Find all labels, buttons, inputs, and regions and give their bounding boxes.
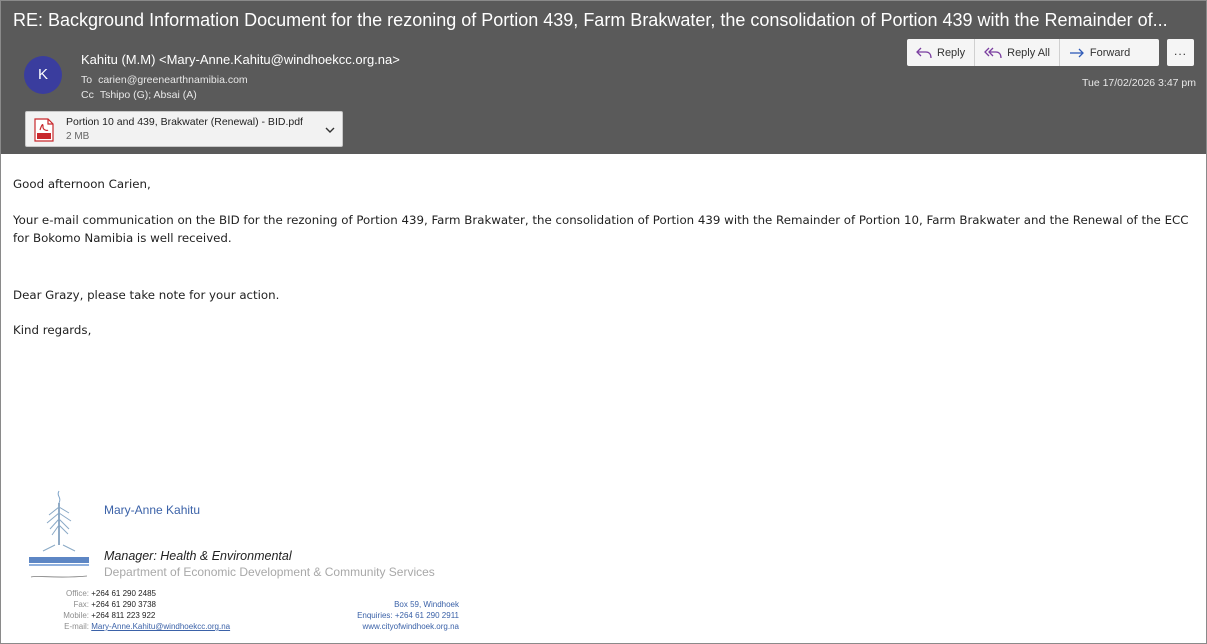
office-phone: +264 61 290 2485 xyxy=(91,589,156,598)
cc-recipients[interactable]: Tshipo (G); Absai (A) xyxy=(100,89,197,101)
reply-button[interactable]: Reply xyxy=(907,39,976,66)
office-label: Office: xyxy=(66,589,89,598)
email-label: E-mail: xyxy=(64,622,89,631)
enquiries-phone: Enquiries: +264 61 290 2911 xyxy=(357,611,459,620)
signature-title: Manager: Health & Environmental xyxy=(104,549,292,563)
signature-name: Mary-Anne Kahitu xyxy=(104,503,201,517)
greeting-text: Good afternoon Carien, xyxy=(13,177,151,191)
closing-text: Kind regards, xyxy=(13,323,92,337)
reply-label: Reply xyxy=(937,46,966,59)
website-link[interactable]: www.cityofwindhoek.org.na xyxy=(301,621,460,632)
action-note: Dear Grazy, please take note for your ac… xyxy=(13,288,280,302)
more-actions-button[interactable]: ... xyxy=(1167,39,1194,66)
city-of-windhoek-logo xyxy=(29,490,89,578)
forward-arrow-icon xyxy=(1069,48,1084,57)
reply-icon xyxy=(916,47,932,58)
email-header: RE: Background Information Document for … xyxy=(1,1,1206,154)
sender-avatar[interactable]: K xyxy=(24,56,62,94)
body-paragraph: Your e-mail communication on the BID for… xyxy=(13,213,1189,245)
to-line: To carien@greenearthnamibia.com xyxy=(81,74,248,86)
signature-department: Department of Economic Development & Com… xyxy=(104,565,435,579)
attachment-name: Portion 10 and 439, Brakwater (Renewal) … xyxy=(66,116,303,128)
email-subject: RE: Background Information Document for … xyxy=(13,10,1168,30)
fax-label: Fax: xyxy=(73,600,89,609)
forward-button[interactable]: Forward xyxy=(1060,39,1139,66)
reply-all-label: Reply All xyxy=(1007,46,1050,59)
chevron-down-icon[interactable] xyxy=(324,124,336,136)
to-label: To xyxy=(81,74,93,86)
cc-line: Cc Tshipo (G); Absai (A) xyxy=(81,89,197,101)
email-reading-pane: RE: Background Information Document for … xyxy=(0,0,1207,644)
sender-field[interactable]: Kahitu (M.M) <Mary-Anne.Kahitu@windhoekc… xyxy=(81,52,400,67)
signature-email-link[interactable]: Mary-Anne.Kahitu@windhoekcc.org.na xyxy=(91,622,230,631)
attachment-card[interactable]: Portion 10 and 439, Brakwater (Renewal) … xyxy=(25,111,343,147)
signature-contacts: Office: +264 61 290 2485 Fax: +264 61 29… xyxy=(21,588,230,632)
forward-label: Forward xyxy=(1089,46,1131,59)
cc-label: Cc xyxy=(81,89,94,101)
attachment-size: 2 MB xyxy=(66,131,90,142)
mobile-number: +264 811 223 922 xyxy=(91,611,156,620)
postal-box: Box 59, Windhoek xyxy=(394,600,459,609)
pdf-file-icon xyxy=(34,118,54,142)
reply-all-icon xyxy=(984,47,1002,58)
to-recipients[interactable]: carien@greenearthnamibia.com xyxy=(98,74,248,86)
mobile-label: Mobile: xyxy=(63,611,89,620)
fax-number: +264 61 290 3738 xyxy=(91,600,156,609)
signature-address: Box 59, Windhoek Enquiries: +264 61 290 … xyxy=(301,599,459,632)
message-actions: Reply Reply All Forward xyxy=(907,39,1159,66)
sent-date: Tue 17/02/2026 3:47 pm xyxy=(1081,77,1196,89)
reply-all-button[interactable]: Reply All xyxy=(975,39,1060,66)
